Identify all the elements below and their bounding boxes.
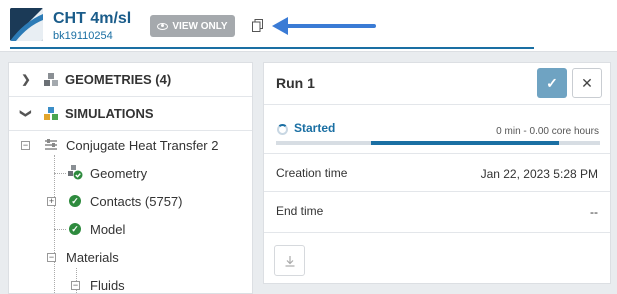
chevron-down-icon[interactable]: ❯ [20, 109, 33, 119]
collapse-icon[interactable]: − [21, 141, 30, 150]
download-icon [285, 255, 294, 267]
tree-item-geometry[interactable]: Geometry [9, 159, 252, 187]
geometry-check-icon [68, 165, 83, 180]
spinner-icon [277, 124, 288, 135]
tree-item-simulations[interactable]: ❯ SIMULATIONS [9, 97, 252, 131]
check-circle-icon: ✓ [69, 195, 81, 207]
tree-label-simulations: SIMULATIONS [65, 106, 154, 121]
progress-bar [276, 141, 600, 145]
tree-label-contacts: Contacts (5757) [90, 194, 183, 209]
tree-label-fluids: Fluids [90, 278, 125, 293]
check-icon: ✓ [546, 74, 558, 91]
project-title[interactable]: CHT 4m/sl [53, 10, 131, 28]
simulation-settings-icon [45, 139, 57, 150]
run-status: Started [294, 121, 336, 135]
tree-item-model[interactable]: ✓ Model [9, 215, 252, 243]
tree-item-fluids[interactable]: − Fluids [9, 271, 252, 294]
header-underline [10, 47, 534, 49]
project-id[interactable]: bk19110254 [53, 30, 113, 42]
divider [264, 232, 610, 233]
end-time-value: -- [590, 205, 598, 219]
tree-label-geometries: GEOMETRIES (4) [65, 72, 172, 87]
core-hours: 0 min - 0.00 core hours [496, 126, 599, 137]
tree-label-materials: Materials [66, 250, 119, 265]
check-circle-icon: ✓ [69, 223, 81, 235]
view-only-badge: VIEW ONLY [150, 15, 235, 37]
confirm-button[interactable]: ✓ [537, 68, 567, 98]
download-button[interactable] [274, 245, 305, 276]
simulation-cubes-icon [44, 107, 58, 120]
tree-connector [54, 173, 66, 174]
collapse-icon[interactable]: − [47, 253, 56, 262]
tree-item-geometries[interactable]: ❯ GEOMETRIES (4) [9, 63, 252, 97]
tree-label-geometry: Geometry [90, 166, 148, 181]
project-header: CHT 4m/sl bk19110254 VIEW ONLY [0, 0, 617, 52]
tree-connector [54, 229, 66, 230]
close-button[interactable]: ✕ [572, 68, 602, 98]
expand-icon[interactable]: + [47, 197, 56, 206]
run-title: Run 1 [276, 75, 315, 91]
creation-time-value: Jan 22, 2023 5:28 PM [480, 167, 598, 181]
close-icon: ✕ [581, 74, 593, 91]
annotation-arrow-icon [272, 17, 376, 35]
tree-item-simulation[interactable]: − Conjugate Heat Transfer 2 [9, 131, 252, 159]
eye-icon [157, 22, 169, 30]
end-time-label: End time [276, 204, 324, 218]
tree-item-contacts[interactable]: + ✓ Contacts (5757) [9, 187, 252, 215]
view-only-label: VIEW ONLY [172, 20, 228, 32]
tree-item-materials[interactable]: − Materials [9, 243, 252, 271]
chevron-right-icon[interactable]: ❯ [21, 73, 31, 86]
simulation-name: Conjugate Heat Transfer 2 [66, 138, 219, 153]
divider [264, 104, 610, 105]
geometry-cubes-icon [44, 73, 58, 86]
creation-time-label: Creation time [276, 166, 348, 180]
tree-label-model: Model [90, 222, 126, 237]
project-logo [10, 8, 43, 41]
simulation-tree-panel: ❯ GEOMETRIES (4) ❯ SIMULATIONS − Conjuga… [8, 62, 253, 294]
copy-icon[interactable] [252, 19, 263, 32]
run-panel: Run 1 ✓ ✕ Started 0 min - 0.00 core hour… [263, 62, 611, 284]
collapse-icon[interactable]: − [71, 281, 80, 290]
progress-fill [371, 141, 559, 145]
divider [264, 191, 610, 192]
divider [264, 153, 610, 154]
